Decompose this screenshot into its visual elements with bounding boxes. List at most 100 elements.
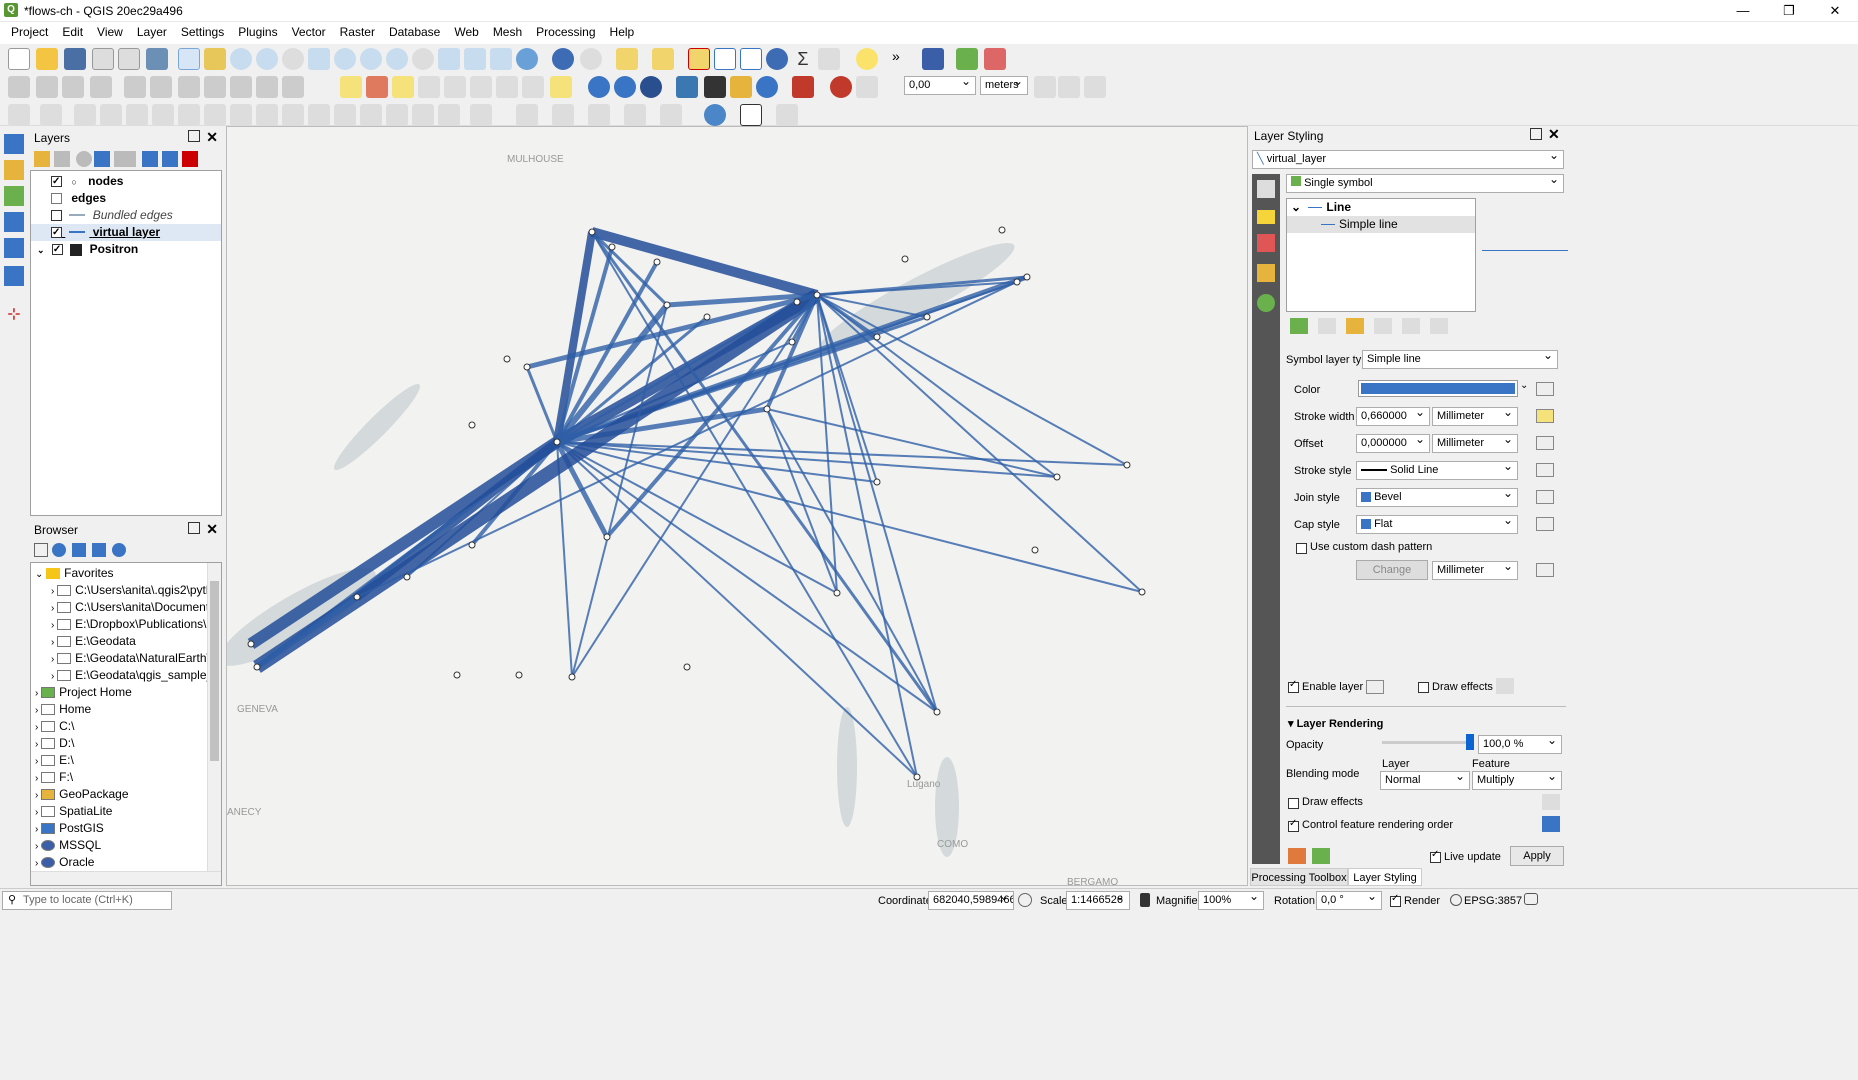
add-selected-icon[interactable] [34,543,48,557]
highlight-labels-icon[interactable] [418,76,440,98]
digitize-9-icon[interactable] [230,104,252,126]
browser-item[interactable]: › PostGIS [31,820,221,837]
cut-features-icon[interactable] [178,76,200,98]
digitize-23-icon[interactable] [660,104,682,126]
menu-view[interactable]: View [90,22,130,44]
browser-item[interactable]: › D:\ [31,735,221,752]
data-defined-icon[interactable] [1536,517,1554,531]
symbol-layer-simple-line[interactable]: Simple line [1287,216,1475,233]
menu-help[interactable]: Help [603,22,642,44]
move-down-icon[interactable] [1430,318,1448,334]
toggle-extents-icon[interactable] [1018,893,1032,907]
add-table-icon[interactable] [4,238,24,258]
close-panel-icon[interactable]: ✕ [206,521,218,538]
close-panel-icon[interactable]: ✕ [1548,126,1560,143]
data-plotly-icon[interactable] [740,104,762,126]
digitize-10-icon[interactable] [256,104,278,126]
plugin-red-icon[interactable] [984,48,1006,70]
custom-dash-checkbox[interactable] [1296,541,1307,555]
digitize-22-icon[interactable] [624,104,646,126]
close-panel-icon[interactable]: ✕ [206,129,218,146]
style-manager-icon[interactable] [146,48,168,70]
collapse-browser-icon[interactable] [92,543,106,557]
browser-item[interactable]: › Project Home [31,684,221,701]
messages-icon[interactable] [1524,893,1538,905]
menu-web[interactable]: Web [447,22,485,44]
browser-item[interactable]: › F:\ [31,769,221,786]
float-panel-icon[interactable] [1530,128,1542,140]
new-project-icon[interactable] [8,48,30,70]
select-by-value-icon[interactable] [652,48,674,70]
browser-item[interactable]: ⌄ Favorites [31,565,221,582]
zoom-to-layer-icon[interactable] [360,48,382,70]
change-button[interactable]: Change [1356,560,1428,580]
toggle-editing-icon[interactable] [36,76,58,98]
statistics-icon[interactable] [740,48,762,70]
digitize-15-icon[interactable] [386,104,408,126]
pan-to-selection-icon[interactable] [204,48,226,70]
copy-features-icon[interactable] [204,76,226,98]
map-canvas[interactable]: MULHOUSE GENEVA BERGAMO COMO ANECY Lugano [226,126,1248,886]
browser-item[interactable]: › C:\Users\anita\.qgis2\pytho [31,582,221,599]
browser-item[interactable]: › MSSQL [31,837,221,854]
easy-label-icon[interactable] [550,76,572,98]
browser-scrollbar[interactable] [207,563,221,873]
zoom-in-icon[interactable] [230,48,252,70]
refresh-browser-icon[interactable] [52,543,66,557]
maximize-button[interactable]: ❐ [1766,0,1812,22]
layer-checkbox[interactable] [51,210,62,222]
menu-database[interactable]: Database [382,22,447,44]
order-settings-icon[interactable] [1542,816,1560,832]
delete-selected-icon[interactable] [150,76,172,98]
layer-select[interactable]: ╲ virtual_layer [1252,150,1564,169]
browser-item[interactable]: › E:\ [31,752,221,769]
browser-item[interactable]: › E:\Geodata [31,633,221,650]
map-tips-icon[interactable] [856,48,878,70]
history-tab-icon[interactable] [1257,294,1275,312]
filter-browser-icon[interactable] [72,543,86,557]
zoom-out-icon[interactable] [256,48,278,70]
scale-select[interactable]: 1:1466526 [1066,891,1130,910]
tolerance-input[interactable]: 0,00 [904,76,976,95]
digitize-5-icon[interactable] [126,104,148,126]
bookmark-icon[interactable] [490,48,512,70]
browser-item[interactable]: › E:\Geodata\NaturalEarth\ve [31,650,221,667]
redo-icon[interactable] [282,76,304,98]
tab-layer-styling[interactable]: Layer Styling [1348,868,1422,886]
python-console-icon[interactable] [676,76,698,98]
duplicate-layer-icon[interactable] [1374,318,1392,334]
enable-layer-checkbox[interactable] [1288,679,1299,694]
add-feature-icon[interactable] [90,76,112,98]
lock-color-icon[interactable] [1346,318,1364,334]
menu-mesh[interactable]: Mesh [486,22,529,44]
data-defined-icon[interactable] [1366,680,1384,694]
data-defined-icon[interactable] [1536,463,1554,477]
undo-style-icon[interactable] [1288,848,1306,864]
browser-item[interactable]: › Oracle [31,854,221,871]
digitize-17-icon[interactable] [438,104,460,126]
expand-arrow-icon[interactable]: ⌄ [37,245,45,255]
render-checkbox[interactable] [1390,893,1401,908]
digitize-tool-icon[interactable] [4,212,24,232]
info-icon[interactable] [112,543,126,557]
globe-1-icon[interactable] [588,76,610,98]
tolerance-unit-select[interactable]: meters [980,76,1028,95]
refresh-icon[interactable] [516,48,538,70]
data-defined-icon[interactable] [1536,490,1554,504]
menu-raster[interactable]: Raster [333,22,382,44]
show-hide-labels-icon[interactable] [522,76,544,98]
globe-2-icon[interactable] [614,76,636,98]
symbology-tab-icon[interactable] [1257,180,1275,198]
expand-arrow-icon[interactable]: ⌄ [35,569,46,580]
layer-bundled-edges[interactable]: Bundled edges [31,207,221,224]
remove-layer-icon[interactable] [182,151,198,167]
rotation-input[interactable]: 0,0 ° [1316,891,1382,910]
draw-effects-checkbox[interactable] [1418,680,1429,694]
layout-manager-icon[interactable] [118,48,140,70]
float-panel-icon[interactable] [188,522,200,534]
manage-themes-icon[interactable] [76,151,92,167]
new-print-layout-icon[interactable] [92,48,114,70]
float-panel-icon[interactable] [188,130,200,142]
renderer-select[interactable]: Single symbol [1286,174,1564,193]
open-project-icon[interactable] [36,48,58,70]
